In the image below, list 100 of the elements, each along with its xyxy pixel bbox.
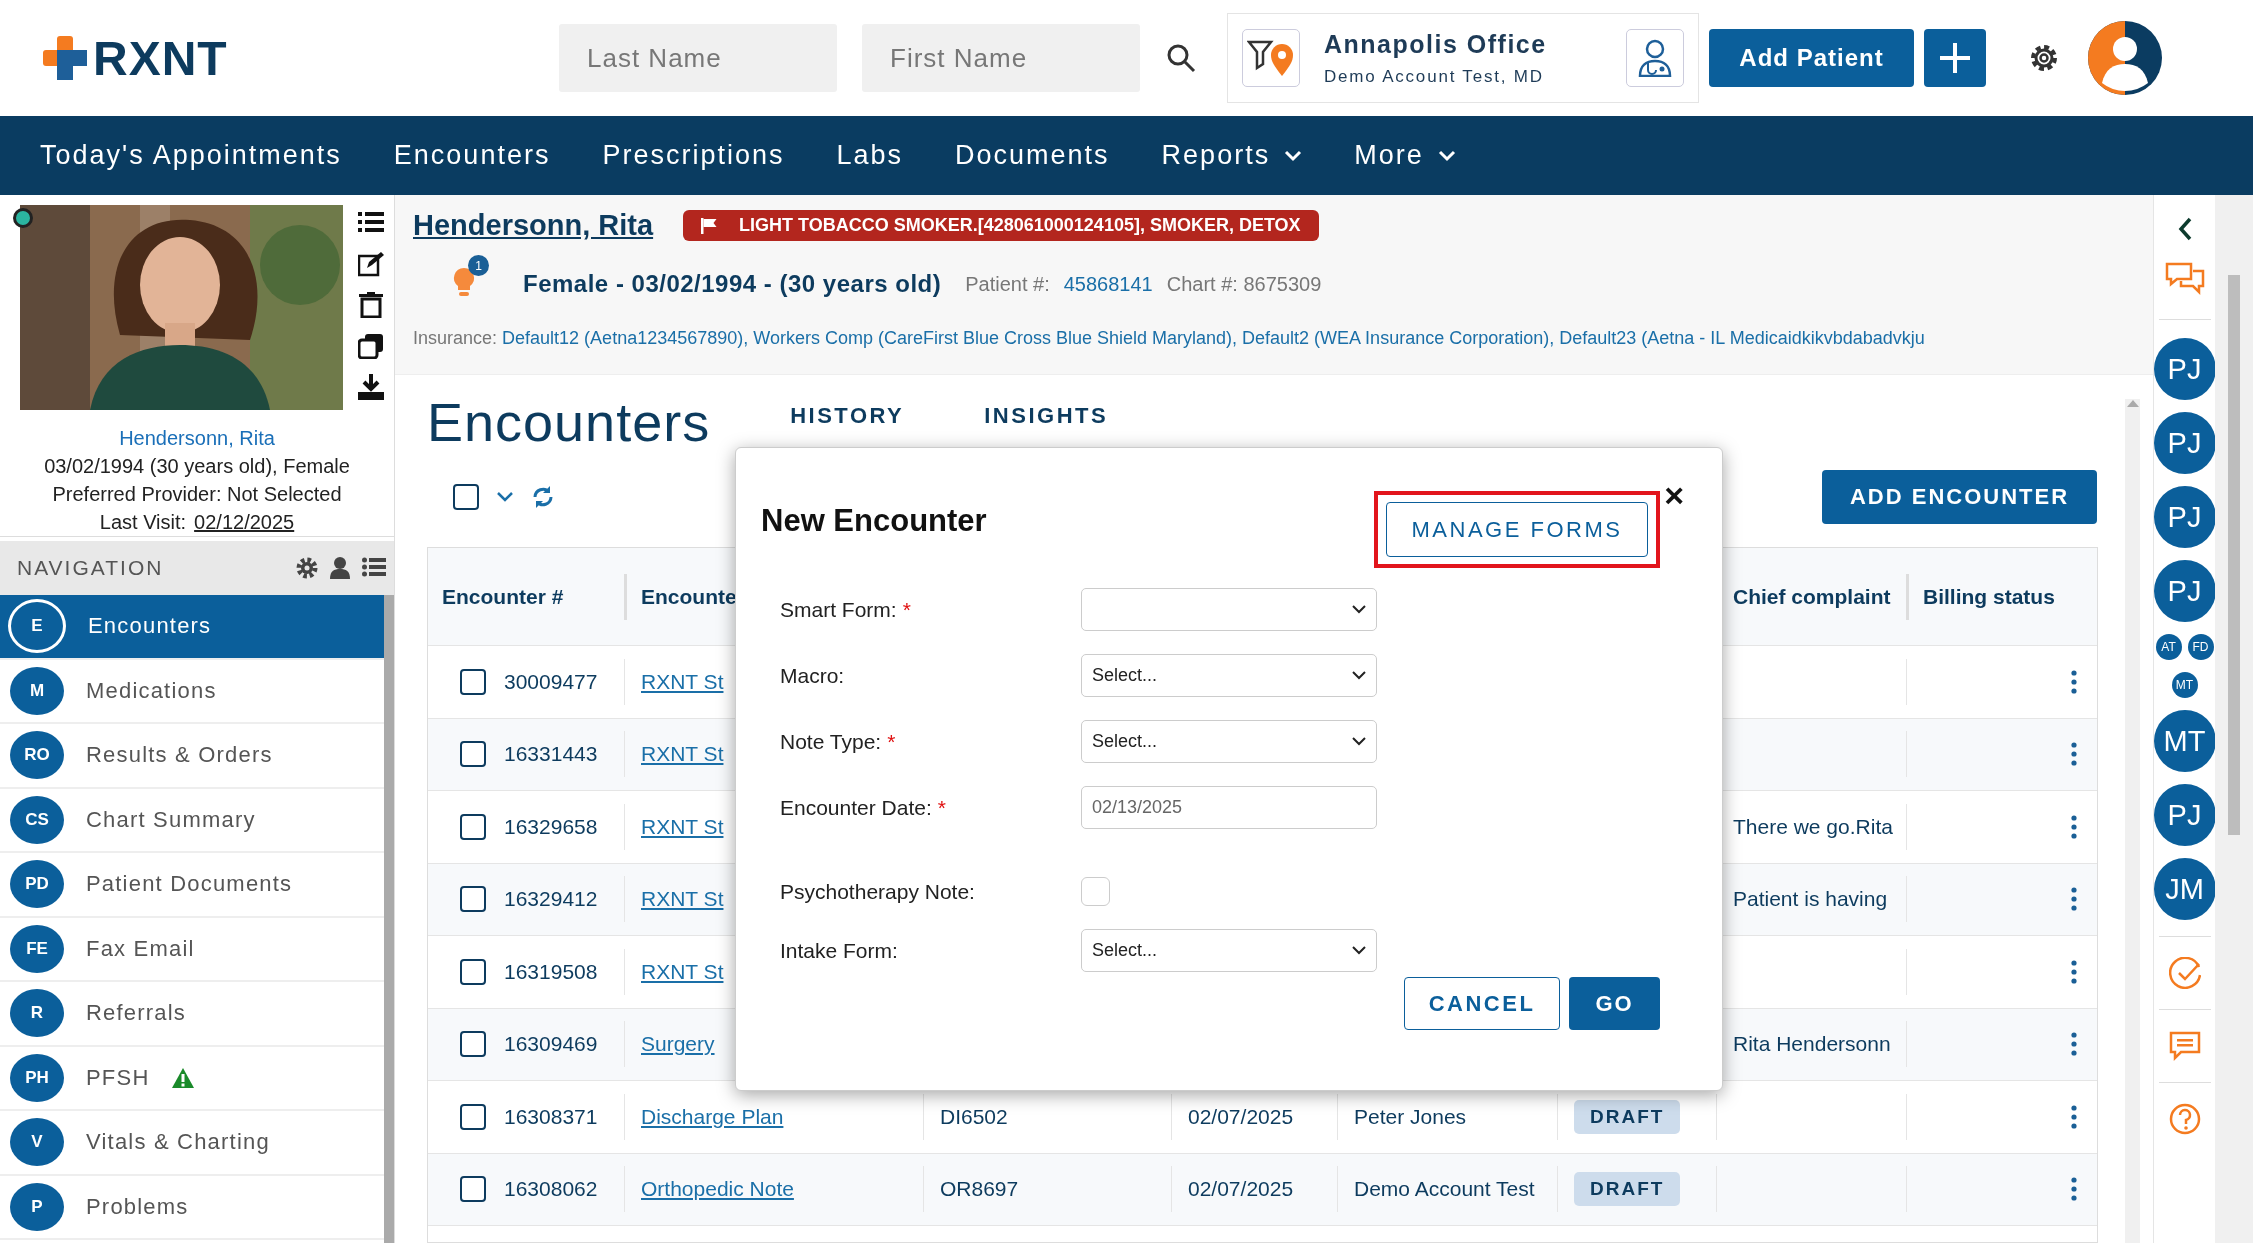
trash-icon[interactable] — [358, 292, 384, 318]
nav-tab[interactable]: Prescriptions — [602, 140, 785, 171]
user-avatar[interactable]: PJ — [2153, 338, 2216, 400]
row-checkbox[interactable] — [460, 1031, 486, 1058]
edit-icon[interactable] — [358, 251, 384, 277]
count-badge: 1 — [468, 255, 489, 276]
patient-demographics: Female - 03/02/1994 - (30 years old) — [523, 270, 942, 298]
filter-pin-icon — [1247, 38, 1295, 78]
row-checkbox[interactable] — [460, 958, 486, 985]
caret-icon[interactable] — [497, 492, 513, 502]
nav-tab[interactable]: Documents — [955, 140, 1110, 171]
more-icon[interactable] — [2071, 1032, 2077, 1057]
encounter-link[interactable]: Orthopedic Note — [641, 1177, 794, 1202]
dropdown-field[interactable] — [1081, 588, 1377, 631]
row-checkbox[interactable] — [460, 668, 486, 695]
manage-forms-button[interactable]: MANAGE FORMS — [1386, 502, 1648, 557]
nav-tab[interactable]: Encounters — [393, 140, 551, 171]
checkbox[interactable] — [1081, 877, 1110, 906]
last-name-field[interactable]: Last Name — [559, 24, 837, 92]
section-tab[interactable]: HISTORY — [790, 403, 905, 429]
more-icon[interactable] — [2071, 1104, 2077, 1129]
dropdown-field[interactable]: Select... — [1081, 720, 1377, 763]
encounter-number: 16309469 — [504, 1032, 598, 1057]
copy-icon[interactable] — [358, 333, 384, 359]
add-button[interactable] — [1924, 29, 1986, 87]
encounter-link[interactable]: RXNT St — [641, 887, 724, 912]
add-patient-button[interactable]: Add Patient — [1709, 29, 1914, 87]
scrollbar[interactable] — [384, 595, 394, 1243]
office-selector[interactable]: Annapolis Office Demo Account Test, MD — [1227, 13, 1699, 103]
user-avatar[interactable]: PJ — [2153, 412, 2216, 474]
row-checkbox[interactable] — [460, 741, 486, 768]
message-icon[interactable] — [2168, 1030, 2201, 1062]
help-icon[interactable] — [2168, 1103, 2201, 1135]
more-icon[interactable] — [2071, 742, 2077, 767]
user-avatar[interactable]: FD — [2187, 634, 2214, 660]
encounter-link[interactable]: RXNT St — [641, 742, 724, 767]
encounter-link[interactable]: RXNT St — [641, 959, 724, 984]
user-avatar[interactable]: MT — [2171, 672, 2198, 698]
scrollbar[interactable] — [2228, 275, 2240, 835]
patient-name: Hendersonn, Rita — [118, 426, 276, 451]
more-icon[interactable] — [2071, 669, 2077, 694]
navigation-item[interactable]: E Encounters — [0, 595, 384, 660]
scrollbar[interactable] — [2125, 399, 2140, 1243]
refresh-icon[interactable] — [531, 484, 555, 510]
encounter-number: 16329658 — [504, 814, 598, 839]
table-cell: Peter Jones — [1354, 1104, 1467, 1129]
encounter-link[interactable]: Discharge Plan — [641, 1104, 784, 1129]
caret-icon — [1437, 149, 1456, 162]
dialog-title: New Encounter — [761, 502, 987, 539]
user-avatar[interactable]: JM — [2153, 858, 2216, 920]
navigation-label: Referrals — [86, 1000, 187, 1027]
more-icon[interactable] — [2071, 814, 2077, 839]
collapse-icon[interactable] — [2177, 217, 2192, 241]
nav-tab[interactable]: More — [1354, 140, 1456, 171]
scroll-up-icon — [2126, 399, 2139, 407]
caret-icon — [1352, 737, 1366, 746]
date-field[interactable]: 02/13/2025 — [1081, 786, 1377, 829]
go-button[interactable]: GO — [1569, 977, 1660, 1030]
encounter-number: 16308371 — [504, 1104, 598, 1129]
user-avatar[interactable]: MT — [2153, 710, 2216, 772]
add-encounter-button[interactable]: ADD ENCOUNTER — [1822, 470, 2097, 524]
user-avatar-icon[interactable] — [2088, 21, 2162, 95]
person-icon[interactable] — [330, 557, 350, 579]
list-icon[interactable] — [362, 557, 386, 577]
user-avatar[interactable]: PJ — [2153, 560, 2216, 622]
initials-badge: E — [8, 599, 66, 654]
search-icon[interactable] — [1165, 42, 1197, 74]
row-checkbox[interactable] — [460, 886, 486, 913]
row-checkbox[interactable] — [460, 1103, 486, 1130]
settings-icon[interactable] — [296, 557, 318, 579]
user-avatar[interactable]: PJ — [2153, 486, 2216, 548]
select-all-checkbox[interactable] — [453, 484, 479, 510]
dropdown-field[interactable]: Select... — [1081, 654, 1377, 697]
download-icon[interactable] — [358, 374, 384, 400]
user-avatar[interactable]: PJ — [2153, 784, 2216, 846]
patient-number[interactable]: 45868141 — [1063, 272, 1153, 296]
nav-tab[interactable]: Today's Appointments — [40, 140, 342, 171]
field-label: Intake Form: — [780, 938, 899, 963]
encounter-link[interactable]: RXNT St — [641, 814, 724, 839]
first-name-field[interactable]: First Name — [862, 24, 1140, 92]
column-header: Encounter # — [441, 583, 565, 610]
patient-name-link[interactable]: Hendersonn, Rita — [413, 209, 654, 242]
encounter-link[interactable]: Surgery — [641, 1032, 715, 1057]
row-checkbox[interactable] — [460, 813, 486, 840]
table-cell: Patient is having — [1733, 887, 1888, 912]
caret-icon — [1352, 605, 1366, 614]
navigation-label: Patient Documents — [86, 871, 293, 898]
nav-tab[interactable]: Reports — [1161, 140, 1303, 171]
check-circle-icon[interactable] — [2168, 957, 2201, 989]
close-button[interactable]: × — [1664, 476, 1684, 515]
user-avatar[interactable]: AT — [2155, 634, 2182, 660]
nav-tab[interactable]: Labs — [836, 140, 904, 171]
cancel-button[interactable]: CANCEL — [1404, 977, 1560, 1030]
more-icon[interactable] — [2071, 959, 2077, 984]
encounter-link[interactable]: RXNT St — [641, 669, 724, 694]
more-icon[interactable] — [2071, 1177, 2077, 1202]
section-tab[interactable]: INSIGHTS — [984, 403, 1109, 429]
dropdown-field[interactable]: Select... — [1081, 929, 1377, 972]
row-checkbox[interactable] — [460, 1176, 486, 1203]
more-icon[interactable] — [2071, 887, 2077, 912]
